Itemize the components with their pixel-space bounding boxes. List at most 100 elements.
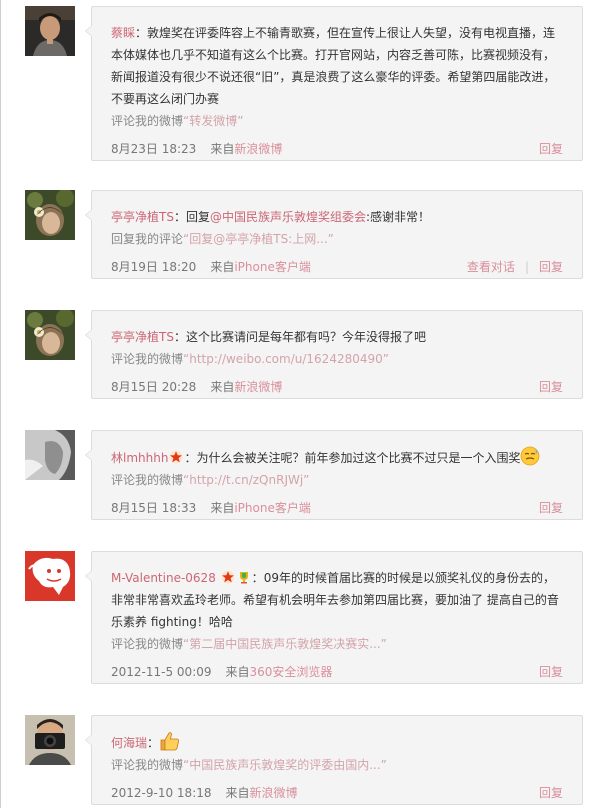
avatar[interactable] bbox=[25, 430, 75, 480]
context-label: 评论我的微博 bbox=[111, 114, 184, 128]
comment-source: 来自新浪微博 bbox=[210, 380, 282, 394]
comment-source: 来自新浪微博 bbox=[210, 142, 282, 156]
source-link[interactable]: 新浪微博 bbox=[234, 380, 282, 394]
comment-date: 2012-11-5 00:09 bbox=[111, 665, 212, 679]
comment-text: 为什么会被关注呢？前年参加过这个比赛不过只是一个入围奖 bbox=[196, 451, 521, 465]
comment-date: 2012-9-10 18:18 bbox=[111, 786, 212, 800]
source-link[interactable]: iPhone客户端 bbox=[234, 260, 311, 274]
source-prefix: 来自 bbox=[210, 260, 235, 274]
comment-actions: 回复 bbox=[539, 376, 563, 398]
source-prefix: 来自 bbox=[210, 501, 235, 515]
comment-content: 蔡睬：敦煌奖在评委阵容上不输青歌赛，但在宣传上很让人失望，没有电视直播，连本体媒… bbox=[111, 22, 563, 110]
comment-actions: 回复 bbox=[539, 138, 563, 160]
comment-separator: ： bbox=[251, 571, 264, 585]
comment-actions: 回复 bbox=[539, 497, 563, 519]
vip-star-icon[interactable] bbox=[221, 570, 235, 584]
source-prefix: 来自 bbox=[210, 142, 235, 156]
sweat-emoji-icon bbox=[521, 446, 540, 466]
comment-username[interactable]: 亭亭净植TS bbox=[111, 210, 174, 224]
reply-button[interactable]: 回复 bbox=[539, 142, 563, 156]
source-prefix: 来自 bbox=[225, 786, 250, 800]
thumbs-up-icon bbox=[160, 732, 180, 751]
source-link[interactable]: 新浪微博 bbox=[250, 786, 298, 800]
comment-username[interactable]: 何海瑞 bbox=[111, 736, 147, 750]
context-quote[interactable]: “http://t.cn/zQnRJWj” bbox=[183, 473, 309, 487]
comment-context: 评论我的微博“转发微博” bbox=[111, 110, 563, 132]
comment-source: 来自iPhone客户端 bbox=[210, 260, 311, 274]
comment-context: 评论我的微博“中国民族声乐敦煌奖的评委由国内...” bbox=[111, 754, 563, 776]
comment-content: 林lmhhhh ：为什么会被关注呢？前年参加过这个比赛不过只是一个入围奖 bbox=[111, 446, 563, 469]
comment-text: 敦煌奖在评委阵容上不输青歌赛，但在宣传上很让人失望，没有电视直播，连本体媒体也几… bbox=[111, 26, 556, 106]
comment-bubble: 亭亭净植TS：这个比赛请问是每年都有吗？今年没得报了吧 评论我的微博“http:… bbox=[85, 310, 583, 399]
context-quote[interactable]: “http://weibo.com/u/1624280490” bbox=[183, 352, 389, 366]
reply-button[interactable]: 回复 bbox=[539, 665, 563, 679]
reply-button[interactable]: 回复 bbox=[539, 501, 563, 515]
comment-context: 评论我的微博“第二届中国民族声乐敦煌奖决赛实...” bbox=[111, 633, 563, 655]
comment-footer: 8月23日 18:23 来自新浪微博 回复 bbox=[111, 138, 563, 160]
avatar[interactable] bbox=[25, 715, 75, 765]
avatar-image bbox=[25, 190, 75, 240]
comment-footer: 2012-11-5 00:09 来自360安全浏览器 回复 bbox=[111, 661, 563, 683]
context-label: 评论我的微博 bbox=[111, 352, 184, 366]
context-label: 回复我的评论 bbox=[111, 232, 184, 246]
comment-separator: ： bbox=[135, 26, 148, 40]
reply-button[interactable]: 回复 bbox=[539, 786, 563, 800]
comment-context: 回复我的评论“回复@亭亭净植TS:上网...” bbox=[111, 228, 563, 250]
source-link[interactable]: iPhone客户端 bbox=[234, 501, 311, 515]
avatar-image bbox=[25, 430, 75, 480]
context-label: 评论我的微博 bbox=[111, 637, 184, 651]
comment-text: 这个比赛请问是每年都有吗？今年没得报了吧 bbox=[185, 330, 426, 344]
context-label: 评论我的微博 bbox=[111, 758, 184, 772]
comment-actions: 回复 bbox=[539, 661, 563, 683]
comment-bubble: 何海瑞： 评论我的微博“中国民族声乐敦煌奖的评委由国内...” 2012-9-1… bbox=[85, 715, 583, 805]
comment-footer: 8月19日 18:20 来自iPhone客户端 查看对话 | 回复 bbox=[111, 256, 563, 278]
context-quote[interactable]: “转发微博” bbox=[183, 114, 243, 128]
reply-button[interactable]: 回复 bbox=[539, 260, 563, 274]
comment-bubble: 林lmhhhh ：为什么会被关注呢？前年参加过这个比赛不过只是一个入围奖 评论我的… bbox=[85, 430, 583, 520]
comment-actions: 回复 bbox=[539, 782, 563, 804]
avatar[interactable] bbox=[25, 310, 75, 360]
comment-username[interactable]: 林lmhhhh bbox=[111, 451, 168, 465]
comment-content: 何海瑞： bbox=[111, 731, 563, 754]
comment-footer: 8月15日 18:33 来自iPhone客户端 回复 bbox=[111, 497, 563, 519]
vip-star-icon[interactable] bbox=[169, 450, 183, 464]
comment-separator: ： bbox=[173, 330, 186, 344]
comment-content: 亭亭净植TS：这个比赛请问是每年都有吗？今年没得报了吧 bbox=[111, 326, 563, 348]
source-prefix: 来自 bbox=[210, 380, 235, 394]
avatar-image bbox=[25, 6, 75, 56]
avatar-image bbox=[25, 715, 75, 765]
comment-separator: ： bbox=[184, 451, 197, 465]
comment-username[interactable]: 蔡睬 bbox=[111, 26, 135, 40]
comment-username[interactable]: 亭亭净植TS bbox=[111, 330, 174, 344]
context-quote[interactable]: “第二届中国民族声乐敦煌奖决赛实...” bbox=[183, 637, 387, 651]
avatar[interactable] bbox=[25, 6, 75, 56]
comment-actions: 查看对话 | 回复 bbox=[467, 256, 563, 278]
comment-bubble: M-Valentine-0628 ：09年的时候首届比赛的时候是以颁奖礼仪的身份… bbox=[85, 551, 583, 684]
comment-context: 评论我的微博“http://weibo.com/u/1624280490” bbox=[111, 348, 563, 370]
comment-bubble: 亭亭净植TS：回复@中国民族声乐敦煌奖组委会:感谢非常！ 回复我的评论“回复@亭… bbox=[85, 190, 583, 279]
comment-date: 8月15日 18:33 bbox=[111, 501, 197, 515]
view-conversation-button[interactable]: 查看对话 bbox=[467, 260, 515, 274]
comment-username[interactable]: M-Valentine-0628 bbox=[111, 571, 216, 585]
source-link[interactable]: 360安全浏览器 bbox=[250, 665, 333, 679]
avatar[interactable] bbox=[25, 190, 75, 240]
comment-context: 评论我的微博“http://t.cn/zQnRJWj” bbox=[111, 469, 563, 491]
comment-date: 8月15日 20:28 bbox=[111, 380, 197, 394]
context-label: 评论我的微博 bbox=[111, 473, 184, 487]
avatar-image bbox=[25, 310, 75, 360]
comment-footer: 8月15日 20:28 来自新浪微博 回复 bbox=[111, 376, 563, 398]
source-link[interactable]: 新浪微博 bbox=[234, 142, 282, 156]
comment-source: 来自iPhone客户端 bbox=[210, 501, 311, 515]
mention-link[interactable]: @中国民族声乐敦煌奖组委会 bbox=[210, 210, 366, 224]
context-quote[interactable]: “中国民族声乐敦煌奖的评委由国内...” bbox=[183, 758, 387, 772]
context-quote[interactable]: “回复@亭亭净植TS:上网...” bbox=[183, 232, 334, 246]
comment-bubble: 蔡睬：敦煌奖在评委阵容上不输青歌赛，但在宣传上很让人失望，没有电视直播，连本体媒… bbox=[85, 6, 583, 161]
comment-date: 8月23日 18:23 bbox=[111, 142, 197, 156]
source-prefix: 来自 bbox=[225, 665, 250, 679]
avatar[interactable] bbox=[25, 551, 75, 601]
reply-button[interactable]: 回复 bbox=[539, 380, 563, 394]
comment-text: :感谢非常！ bbox=[366, 210, 431, 224]
comment-source: 来自360安全浏览器 bbox=[226, 665, 333, 679]
trophy-badge-icon[interactable] bbox=[237, 570, 251, 584]
comment-footer: 2012-9-10 18:18 来自新浪微博 回复 bbox=[111, 782, 563, 804]
